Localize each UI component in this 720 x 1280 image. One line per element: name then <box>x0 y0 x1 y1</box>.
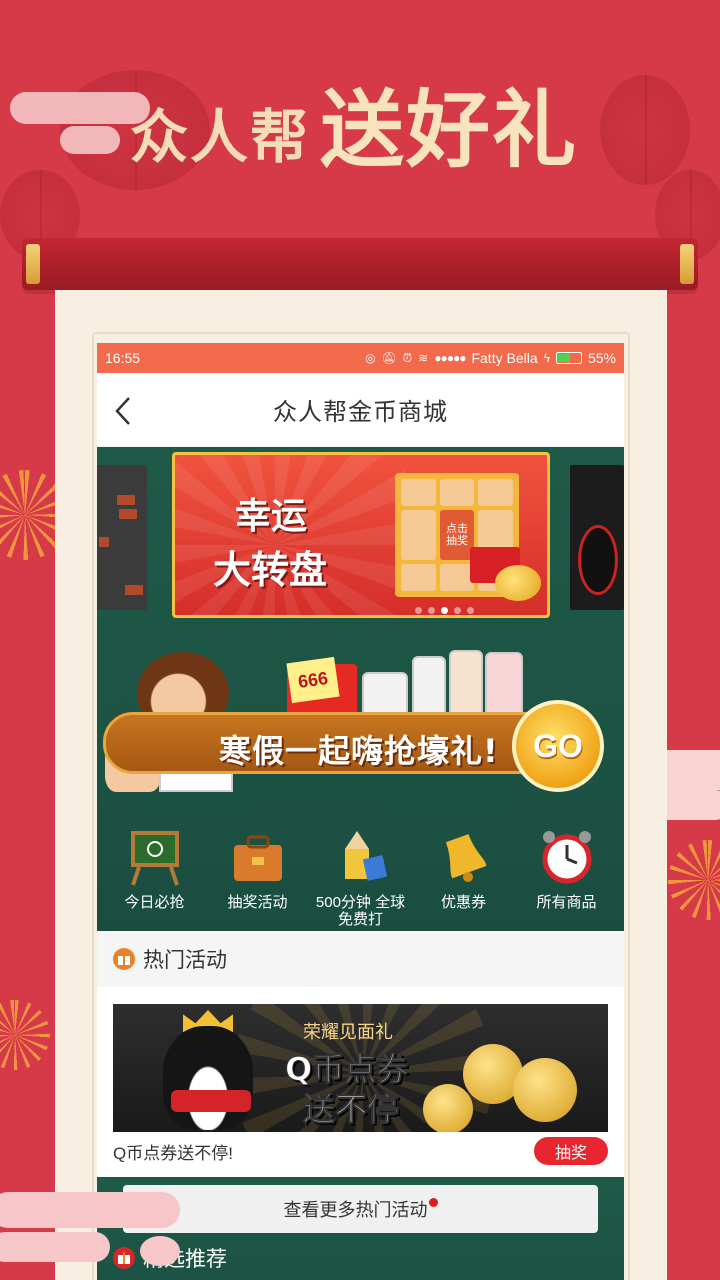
back-button[interactable] <box>111 395 137 427</box>
status-bar: 16:55 ◎ 🔕︎ ⏰︎ ≋ ●●●●● Fatty Bella ϟ 55% <box>97 343 624 373</box>
quick-link-label: 所有商品 <box>536 894 597 911</box>
hot-activity-image[interactable]: 荣耀见面礼 Q币点券 送不停 <box>113 1004 608 1132</box>
charging-icon: ϟ <box>543 351 550 365</box>
battery-icon <box>555 352 582 364</box>
notification-dot <box>428 1197 438 1207</box>
cloud-decoration <box>60 126 120 154</box>
cloud-decoration <box>30 1248 44 1262</box>
penguin-icon <box>578 525 618 595</box>
status-icons: ◎ 🔕︎ ⏰︎ ≋ ●●●●● Fatty Bella ϟ 55% <box>365 350 616 366</box>
quick-link-label: 500分钟 全球免费打 <box>315 894 406 928</box>
lucky-wheel-banner[interactable]: 幸运 大转盘 点击 抽奖 <box>172 452 550 618</box>
phone-screen: 16:55 ◎ 🔕︎ ⏰︎ ≋ ●●●●● Fatty Bella ϟ 55% … <box>97 343 624 1280</box>
brick-decoration <box>119 509 137 519</box>
coin-icon <box>423 1084 473 1132</box>
cloud-decoration <box>0 1192 180 1228</box>
banner-title-line2: 大转盘 <box>213 548 328 592</box>
scroll-cap-left <box>26 244 40 284</box>
image-subtitle: 荣耀见面礼 <box>303 1022 393 1042</box>
go-button[interactable]: GO <box>512 700 604 792</box>
battery-fill <box>557 354 570 362</box>
view-more-hot-button[interactable]: 查看更多热门活动 <box>123 1185 598 1233</box>
hot-activity-caption: Q币点券送不停! <box>113 1144 233 1163</box>
headline-gift: 送好礼 <box>320 81 579 179</box>
bell-icon <box>434 827 494 887</box>
scarf-decoration <box>171 1090 251 1112</box>
brick-decoration <box>117 495 135 505</box>
brick-decoration <box>99 537 109 547</box>
quick-link-today-deals[interactable]: 今日必抢 <box>105 809 205 931</box>
image-title-line2: 送不停 <box>302 1090 400 1129</box>
briefcase-icon <box>228 827 288 887</box>
carousel-dot[interactable] <box>415 607 422 614</box>
gift-icon <box>113 948 135 970</box>
event-slogan: 寒假一起嗨抢壕礼! <box>219 732 499 770</box>
cloud-decoration <box>0 1232 110 1262</box>
nav-bar: 众人帮金币商城 <box>97 373 624 447</box>
brick-decoration <box>125 585 143 595</box>
hot-activity-card: 荣耀见面礼 Q币点券 送不停 Q币点券送不停! 抽奖 <box>97 987 624 1177</box>
cloud-decoration <box>140 1236 180 1266</box>
signal-icon: ●●●●● <box>434 351 466 365</box>
carousel-dot[interactable] <box>454 607 461 614</box>
banner-carousel[interactable]: 幸运 大转盘 点击 抽奖 <box>97 447 624 622</box>
carousel-dot[interactable] <box>467 607 474 614</box>
chevron-left-icon <box>115 397 130 425</box>
headline-brand: 众人帮 <box>130 103 311 171</box>
alarm-icon: ⏰︎ <box>402 350 413 365</box>
banner-title-line1: 幸运 <box>235 496 308 537</box>
home-board: 幸运 大转盘 点击 抽奖 666 寒假一起嗨抢壕礼! GO 今日必抢 抽奖活动 … <box>97 447 624 931</box>
coin-icon <box>513 1058 577 1122</box>
carousel-prev-slide[interactable] <box>97 465 147 610</box>
alarm-clock-icon <box>537 827 597 887</box>
wifi-icon: ≋ <box>418 351 429 365</box>
carousel-indicator <box>415 607 474 614</box>
winter-event-banner[interactable]: 666 寒假一起嗨抢壕礼! GO <box>97 622 624 807</box>
battery-percent: 55% <box>587 350 616 366</box>
packet-amount: 666 <box>286 656 340 704</box>
lottery-button[interactable]: 抽奖 <box>534 1137 608 1165</box>
view-more-label: 查看更多热门活动 <box>283 1200 428 1220</box>
quick-link-all-products[interactable]: 所有商品 <box>517 809 617 931</box>
lantern-decoration <box>600 75 690 185</box>
scroll-rod <box>22 238 698 290</box>
coins-icon <box>495 565 541 601</box>
carousel-dot[interactable] <box>428 607 435 614</box>
quick-link-label: 抽奖活动 <box>227 894 288 911</box>
quick-links: 今日必抢 抽奖活动 500分钟 全球免费打 优惠券 所有商品 <box>97 809 624 931</box>
cloud-decoration <box>10 92 150 124</box>
promo-header: 众人帮 送好礼 <box>0 0 720 300</box>
promo-headline: 众人帮 送好礼 <box>130 70 578 180</box>
hot-section-header: 热门活动 <box>97 931 624 987</box>
carousel-next-slide[interactable] <box>570 465 624 610</box>
mute-icon: 🔕︎ <box>381 351 397 365</box>
quick-link-free-calls[interactable]: 500分钟 全球免费打 <box>311 809 411 931</box>
hot-section-title: 热门活动 <box>143 949 227 972</box>
firework-decoration <box>0 1000 50 1070</box>
hotspot-icon: ◎ <box>365 351 376 365</box>
quick-link-lottery[interactable]: 抽奖活动 <box>208 809 308 931</box>
carousel-dot[interactable] <box>441 607 448 614</box>
quick-link-label: 优惠券 <box>440 894 486 911</box>
chalkboard-icon <box>125 827 185 887</box>
more-area: 查看更多热门活动 精选推荐 <box>97 1177 624 1280</box>
star-icon <box>113 1247 135 1269</box>
quick-link-coupons[interactable]: 优惠券 <box>414 809 514 931</box>
penguin-icon <box>163 1026 253 1130</box>
carrier-name: Fatty Bella <box>471 350 538 366</box>
firework-decoration <box>668 840 720 920</box>
pencil-icon <box>331 827 391 887</box>
status-time: 16:55 <box>105 350 141 366</box>
scroll-cap-right <box>680 244 694 284</box>
page-title: 众人帮金币商城 <box>273 399 448 426</box>
quick-link-label: 今日必抢 <box>124 894 185 911</box>
